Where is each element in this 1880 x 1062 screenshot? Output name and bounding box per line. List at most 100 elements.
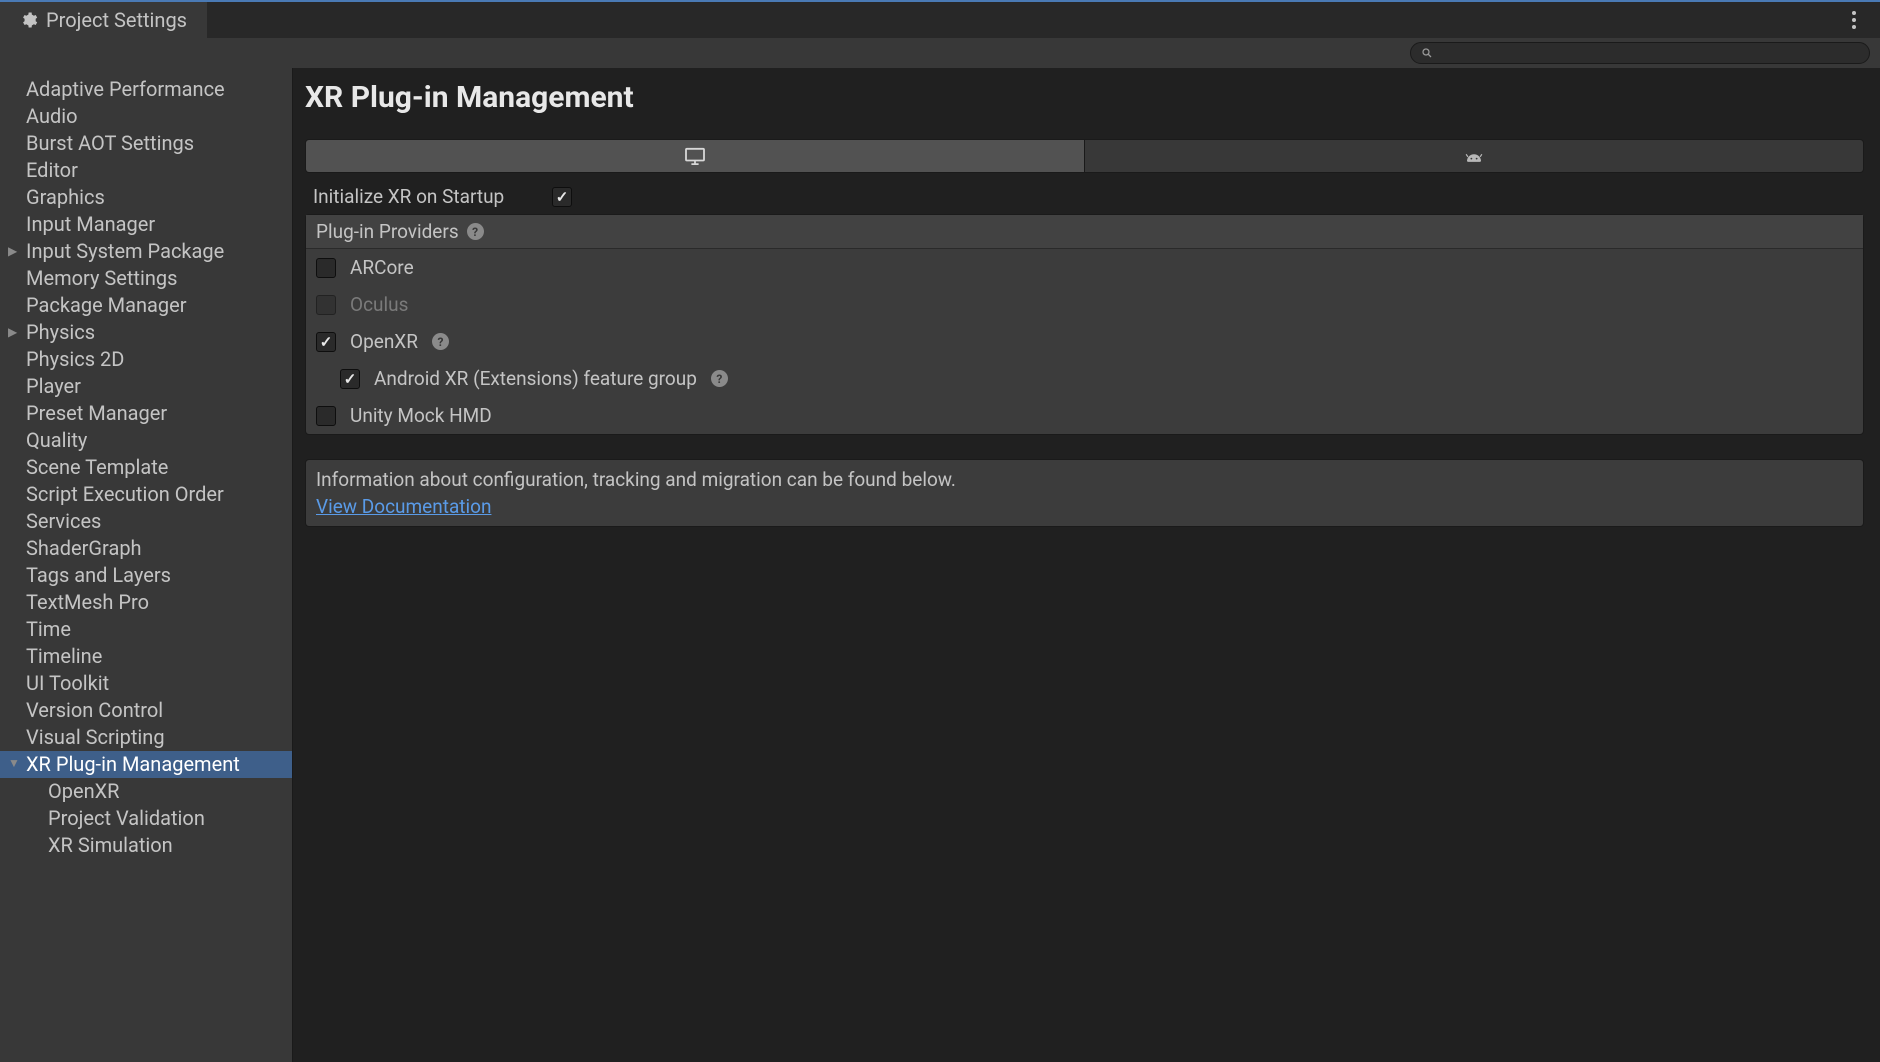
context-menu-button[interactable] [1844,3,1864,37]
sidebar-item-label: Input System Package [26,239,224,264]
sidebar-item[interactable]: Player [0,373,292,400]
provider-label: Android XR (Extensions) feature group [374,367,697,390]
sidebar-item[interactable]: Visual Scripting [0,724,292,751]
sidebar-item[interactable]: Version Control [0,697,292,724]
sidebar-item[interactable]: Scene Template [0,454,292,481]
sidebar-item-label: Package Manager [26,293,187,318]
provider-label: ARCore [350,256,414,279]
android-icon [1463,149,1485,163]
platform-tabs [305,139,1864,173]
help-icon[interactable]: ? [467,223,484,240]
sidebar-item[interactable]: Editor [0,157,292,184]
sidebar-item-label: ShaderGraph [26,536,142,561]
main-panel: XR Plug-in Management Initialize XR on S… [293,68,1880,1062]
provider-label: OpenXR [350,330,418,353]
sidebar-item-label: Project Validation [48,806,205,831]
search-input[interactable] [1410,42,1870,64]
sidebar-item-label: Audio [26,104,78,129]
settings-sidebar: Adaptive PerformanceAudioBurst AOT Setti… [0,68,293,1062]
sidebar-item-label: Services [26,509,101,534]
sidebar-item[interactable]: Adaptive Performance [0,76,292,103]
provider-checkbox[interactable] [340,369,360,389]
sidebar-item[interactable]: XR Simulation [0,832,292,859]
sidebar-item[interactable]: TextMesh Pro [0,589,292,616]
sidebar-item-label: Editor [26,158,78,183]
view-documentation-link[interactable]: View Documentation [316,495,491,518]
provider-row: Android XR (Extensions) feature group? [306,360,1863,397]
provider-checkbox[interactable] [316,406,336,426]
sidebar-item-label: OpenXR [48,779,120,804]
sidebar-item[interactable]: Quality [0,427,292,454]
sidebar-item[interactable]: Project Validation [0,805,292,832]
search-icon [1421,47,1433,59]
toolbar [0,38,1880,68]
provider-checkbox[interactable] [316,332,336,352]
sidebar-item-label: Script Execution Order [26,482,224,507]
page-title: XR Plug-in Management [305,80,1864,115]
sidebar-item-label: XR Plug-in Management [26,752,240,777]
sidebar-item-label: Visual Scripting [26,725,165,750]
sidebar-item[interactable]: Tags and Layers [0,562,292,589]
sidebar-item[interactable]: Timeline [0,643,292,670]
sidebar-item-label: Timeline [26,644,102,669]
sidebar-item-label: Physics [26,320,95,345]
sidebar-item[interactable]: ShaderGraph [0,535,292,562]
sidebar-item[interactable]: Package Manager [0,292,292,319]
sidebar-item[interactable]: Audio [0,103,292,130]
sidebar-item[interactable]: Time [0,616,292,643]
help-icon[interactable]: ? [711,370,728,387]
provider-label: Unity Mock HMD [350,404,492,427]
sidebar-item[interactable]: ▶Physics [0,319,292,346]
sidebar-item-label: Scene Template [26,455,168,480]
provider-label: Oculus [350,293,408,316]
provider-row: OpenXR? [306,323,1863,360]
sidebar-item-label: Version Control [26,698,163,723]
gear-icon [20,11,38,29]
caret-right-icon: ▶ [8,320,22,345]
provider-row: Oculus [306,286,1863,323]
window-title: Project Settings [46,8,187,32]
sidebar-item-label: Tags and Layers [26,563,171,588]
sidebar-item-label: Physics 2D [26,347,124,372]
sidebar-item[interactable]: Preset Manager [0,400,292,427]
sidebar-item[interactable]: OpenXR [0,778,292,805]
sidebar-item-label: Preset Manager [26,401,167,426]
sidebar-item-label: TextMesh Pro [26,590,149,615]
sidebar-item[interactable]: Physics 2D [0,346,292,373]
sidebar-item[interactable]: Graphics [0,184,292,211]
sidebar-item-label: Memory Settings [26,266,177,291]
documentation-info: Information about configuration, trackin… [305,459,1864,527]
sidebar-item[interactable]: ▼XR Plug-in Management [0,751,292,778]
sidebar-item[interactable]: Script Execution Order [0,481,292,508]
sidebar-item-label: Time [26,617,71,642]
sidebar-item-label: UI Toolkit [26,671,109,696]
sidebar-item-label: Burst AOT Settings [26,131,194,156]
info-text: Information about configuration, trackin… [316,468,1853,491]
initialize-xr-checkbox[interactable] [552,187,572,207]
sidebar-item[interactable]: UI Toolkit [0,670,292,697]
platform-tab-standalone[interactable] [306,140,1084,172]
plugin-providers-label: Plug-in Providers [316,220,459,243]
sidebar-item[interactable]: Memory Settings [0,265,292,292]
sidebar-item-label: Input Manager [26,212,155,237]
platform-tab-android[interactable] [1084,140,1863,172]
sidebar-item-label: Player [26,374,81,399]
sidebar-item[interactable]: Services [0,508,292,535]
provider-checkbox [316,295,336,315]
initialize-xr-row: Initialize XR on Startup [305,179,1864,214]
sidebar-item-label: Adaptive Performance [26,77,225,102]
sidebar-item[interactable]: Input Manager [0,211,292,238]
provider-row: ARCore [306,249,1863,286]
sidebar-item[interactable]: Burst AOT Settings [0,130,292,157]
sidebar-item-label: Graphics [26,185,105,210]
help-icon[interactable]: ? [432,333,449,350]
sidebar-item[interactable]: ▶Input System Package [0,238,292,265]
plugin-providers-header: Plug-in Providers ? [306,215,1863,249]
initialize-xr-label: Initialize XR on Startup [313,185,538,208]
sidebar-item-label: Quality [26,428,87,453]
window-tab[interactable]: Project Settings [0,2,207,38]
sidebar-item-label: XR Simulation [48,833,173,858]
caret-down-icon: ▼ [8,751,22,776]
provider-checkbox[interactable] [316,258,336,278]
monitor-icon [684,147,706,165]
